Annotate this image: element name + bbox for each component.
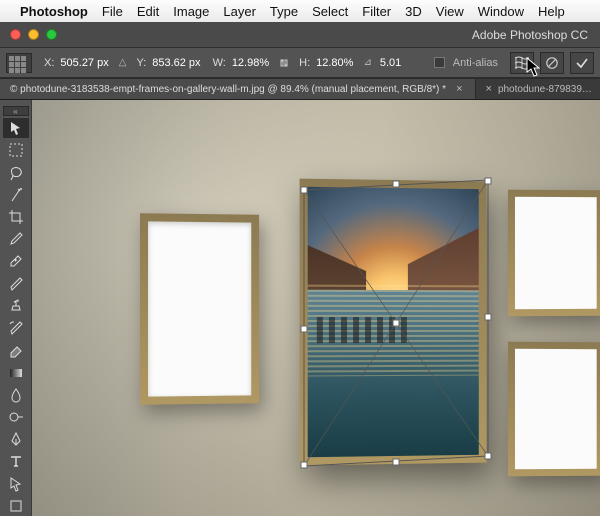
- crop-tool[interactable]: [3, 207, 29, 227]
- close-tab-icon[interactable]: ×: [456, 83, 462, 95]
- commit-transform-button[interactable]: [570, 52, 594, 74]
- menu-select[interactable]: Select: [312, 4, 348, 19]
- w-label: W:: [213, 57, 226, 69]
- brush-tool[interactable]: [3, 274, 29, 294]
- menu-layer[interactable]: Layer: [223, 4, 256, 19]
- w-value[interactable]: 12.98%: [232, 57, 269, 69]
- delta-icon[interactable]: △: [119, 57, 127, 68]
- angle-icon[interactable]: ⊿: [363, 57, 371, 68]
- cancel-transform-button[interactable]: [540, 52, 564, 74]
- path-select-tool[interactable]: [3, 474, 29, 494]
- menu-file[interactable]: File: [102, 4, 123, 19]
- type-tool[interactable]: [3, 451, 29, 471]
- document-tab-inactive[interactable]: × photodune-879839…: [476, 79, 600, 99]
- zoom-window-button[interactable]: [46, 29, 57, 40]
- aspect-link-icon[interactable]: [277, 56, 291, 70]
- document-tab-active-label: © photodune-3183538-empt-frames-on-galle…: [10, 84, 446, 95]
- close-window-button[interactable]: [10, 29, 21, 40]
- menu-help[interactable]: Help: [538, 4, 565, 19]
- h-value[interactable]: 12.80%: [316, 57, 353, 69]
- lasso-tool[interactable]: [3, 162, 29, 182]
- options-bar: X: 505.27 px △ Y: 853.62 px W: 12.98% H:…: [0, 48, 600, 78]
- transform-bounding-box[interactable]: [302, 178, 490, 468]
- frame-bottom-right: [508, 342, 600, 477]
- mac-menubar[interactable]: Photoshop File Edit Image Layer Type Sel…: [0, 0, 600, 22]
- app-header: Adobe Photoshop CC: [0, 22, 600, 48]
- document-tab-strip: © photodune-3183538-empt-frames-on-galle…: [0, 78, 600, 100]
- menu-image[interactable]: Image: [173, 4, 209, 19]
- menu-window[interactable]: Window: [478, 4, 524, 19]
- work-area: «: [0, 100, 600, 516]
- document-tab-active[interactable]: © photodune-3183538-empt-frames-on-galle…: [0, 79, 476, 99]
- menu-3d[interactable]: 3D: [405, 4, 422, 19]
- y-value[interactable]: 853.62 px: [152, 57, 200, 69]
- menu-edit[interactable]: Edit: [137, 4, 159, 19]
- window-controls: [0, 29, 57, 40]
- eyedropper-tool[interactable]: [3, 229, 29, 249]
- antialias-label: Anti-alias: [453, 57, 498, 69]
- frame-top-right: [508, 190, 600, 317]
- x-label: X:: [44, 57, 54, 69]
- menu-filter[interactable]: Filter: [362, 4, 391, 19]
- marquee-tool[interactable]: [3, 140, 29, 160]
- h-label: H:: [299, 57, 310, 69]
- y-label: Y:: [136, 57, 146, 69]
- warp-mode-button[interactable]: [510, 52, 534, 74]
- x-value[interactable]: 505.27 px: [60, 57, 108, 69]
- minimize-window-button[interactable]: [28, 29, 39, 40]
- healing-brush-tool[interactable]: [3, 251, 29, 271]
- reference-point-locator[interactable]: [6, 53, 32, 73]
- antialias-checkbox[interactable]: [434, 57, 445, 68]
- menu-type[interactable]: Type: [270, 4, 298, 19]
- blur-tool[interactable]: [3, 385, 29, 405]
- eraser-tool[interactable]: [3, 340, 29, 360]
- dodge-tool[interactable]: [3, 407, 29, 427]
- document-tab-inactive-label: photodune-879839…: [498, 84, 592, 95]
- app-menu[interactable]: Photoshop: [20, 4, 88, 19]
- frame-left: [140, 213, 259, 405]
- menu-view[interactable]: View: [436, 4, 464, 19]
- shape-tool[interactable]: [3, 496, 29, 516]
- move-tool[interactable]: [3, 118, 29, 138]
- history-brush-tool[interactable]: [3, 318, 29, 338]
- app-title: Adobe Photoshop CC: [57, 28, 600, 42]
- tools-panel: «: [0, 100, 32, 516]
- magic-wand-tool[interactable]: [3, 185, 29, 205]
- clone-stamp-tool[interactable]: [3, 296, 29, 316]
- angle-value[interactable]: 5.01: [380, 57, 401, 69]
- close-tab-icon[interactable]: ×: [486, 83, 492, 95]
- tools-collapse-icon[interactable]: «: [3, 106, 29, 116]
- pen-tool[interactable]: [3, 429, 29, 449]
- document-canvas[interactable]: [32, 100, 600, 516]
- gradient-tool[interactable]: [3, 362, 29, 382]
